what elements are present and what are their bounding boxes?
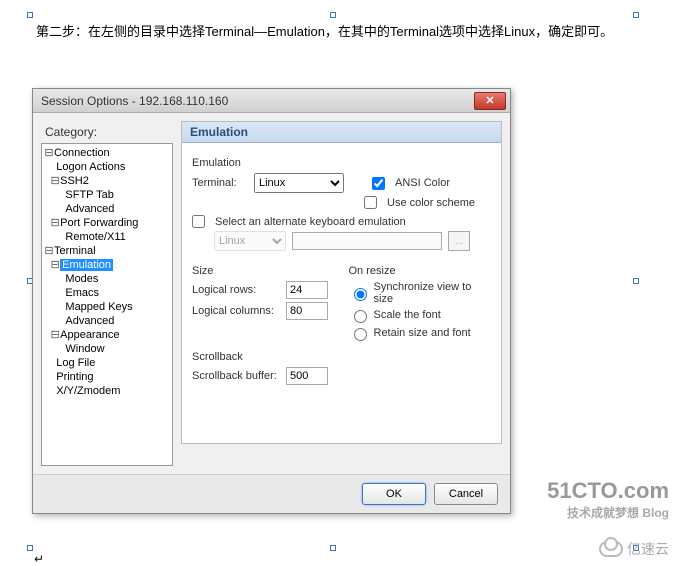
tree-mapped-keys[interactable]: Mapped Keys	[42, 300, 172, 314]
sync-view-label: Synchronize view to size	[374, 281, 492, 305]
close-button[interactable]: ✕	[474, 92, 506, 110]
collapse-icon[interactable]: ⊟	[44, 244, 54, 258]
tree-logon-actions[interactable]: Logon Actions	[42, 160, 172, 174]
panel-header: Emulation	[182, 122, 501, 143]
collapse-icon[interactable]: ⊟	[50, 174, 60, 188]
category-tree[interactable]: ⊟Connection Logon Actions ⊟SSH2 SFTP Tab…	[41, 143, 173, 466]
tree-port-forwarding[interactable]: ⊟Port Forwarding	[42, 216, 172, 230]
dialog-footer: OK Cancel	[33, 474, 510, 513]
settings-panel: Emulation Emulation Terminal: Linux ANSI…	[181, 121, 502, 444]
watermark-yisu: 亿速云	[599, 539, 669, 559]
watermark-51cto: 51CTO.com 技术成就梦想 Blog	[547, 478, 669, 521]
emulation-group-label: Emulation	[192, 157, 491, 169]
onresize-group-label: On resize	[349, 265, 492, 277]
resize-handle[interactable]	[27, 545, 33, 551]
alt-keyboard-checkbox[interactable]	[192, 215, 205, 228]
logical-rows-input[interactable]	[286, 281, 328, 299]
ansi-color-label: ANSI Color	[395, 177, 450, 189]
logical-cols-label: Logical columns:	[192, 305, 280, 317]
logical-rows-label: Logical rows:	[192, 284, 280, 296]
tree-terminal[interactable]: ⊟Terminal	[42, 244, 172, 258]
scrollback-label: Scrollback buffer:	[192, 370, 280, 382]
collapse-icon[interactable]: ⊟	[50, 258, 60, 272]
tree-advanced-emulation[interactable]: Advanced	[42, 314, 172, 328]
tree-remote-x11[interactable]: Remote/X11	[42, 230, 172, 244]
scrollback-group-label: Scrollback	[192, 351, 491, 363]
close-icon: ✕	[485, 94, 494, 107]
category-label: Category:	[45, 125, 173, 139]
collapse-icon[interactable]: ⊟	[44, 146, 54, 160]
use-color-scheme-label: Use color scheme	[387, 197, 475, 209]
tree-ssh2[interactable]: ⊟SSH2	[42, 174, 172, 188]
resize-handle[interactable]	[633, 12, 639, 18]
sync-view-radio[interactable]	[354, 288, 367, 301]
titlebar[interactable]: Session Options - 192.168.110.160 ✕	[33, 89, 510, 113]
resize-handle[interactable]	[330, 545, 336, 551]
tree-xyzmodem[interactable]: X/Y/Zmodem	[42, 384, 172, 398]
window-title: Session Options - 192.168.110.160	[41, 94, 474, 108]
collapse-icon[interactable]: ⊟	[50, 328, 60, 342]
logical-cols-input[interactable]	[286, 302, 328, 320]
tree-appearance[interactable]: ⊟Appearance	[42, 328, 172, 342]
cursor-marker: ↵	[34, 552, 44, 566]
tree-emacs[interactable]: Emacs	[42, 286, 172, 300]
retain-size-label: Retain size and font	[374, 327, 471, 339]
retain-size-radio[interactable]	[354, 328, 367, 341]
collapse-icon[interactable]: ⊟	[50, 216, 60, 230]
resize-handle[interactable]	[633, 278, 639, 284]
instruction-text: 第二步：在左侧的目录中选择Terminal—Emulation，在其中的Term…	[36, 22, 616, 42]
browse-button: ...	[448, 231, 470, 251]
tree-sftp-tab[interactable]: SFTP Tab	[42, 188, 172, 202]
tree-connection[interactable]: ⊟Connection	[42, 146, 172, 160]
tree-modes[interactable]: Modes	[42, 272, 172, 286]
terminal-select[interactable]: Linux	[254, 173, 344, 193]
tree-window[interactable]: Window	[42, 342, 172, 356]
cloud-icon	[599, 541, 623, 557]
resize-handle[interactable]	[27, 12, 33, 18]
tree-printing[interactable]: Printing	[42, 370, 172, 384]
size-group-label: Size	[192, 265, 335, 277]
tree-advanced-ssh[interactable]: Advanced	[42, 202, 172, 216]
terminal-label: Terminal:	[192, 177, 248, 189]
cancel-button[interactable]: Cancel	[434, 483, 498, 505]
session-options-dialog: Session Options - 192.168.110.160 ✕ Cate…	[32, 88, 511, 514]
scrollback-input[interactable]	[286, 367, 328, 385]
tree-log-file[interactable]: Log File	[42, 356, 172, 370]
alt-keyboard-select: Linux	[214, 231, 286, 251]
alt-keyboard-path	[292, 232, 442, 250]
resize-handle[interactable]	[330, 12, 336, 18]
use-color-scheme-checkbox[interactable]	[364, 196, 377, 209]
scale-font-radio[interactable]	[354, 310, 367, 323]
tree-emulation[interactable]: ⊟Emulation	[42, 258, 172, 272]
ok-button[interactable]: OK	[362, 483, 426, 505]
scale-font-label: Scale the font	[374, 309, 441, 321]
alt-keyboard-label: Select an alternate keyboard emulation	[215, 216, 406, 228]
ansi-color-checkbox[interactable]	[372, 177, 385, 190]
